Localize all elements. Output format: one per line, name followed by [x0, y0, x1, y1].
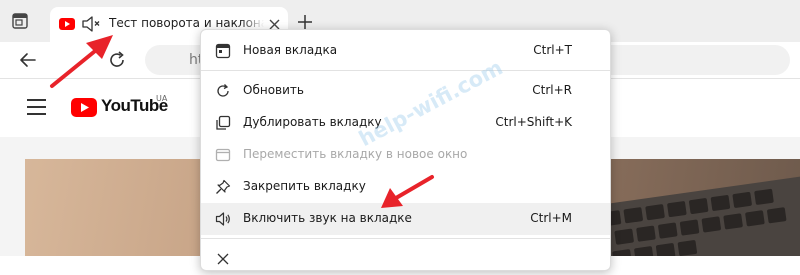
menu-shortcut: Ctrl+Shift+K [495, 115, 572, 129]
hamburger-menu-icon[interactable] [27, 99, 46, 115]
menu-label: Дублировать вкладку [243, 115, 382, 129]
close-icon [217, 253, 229, 265]
menu-item-refresh[interactable]: Обновить Ctrl+R [201, 75, 610, 107]
menu-item-close[interactable] [201, 243, 610, 275]
refresh-icon [217, 84, 229, 97]
speaker-icon [215, 212, 230, 226]
new-tab-icon [215, 43, 231, 59]
menu-shortcut: Ctrl+T [533, 43, 572, 57]
menu-item-move-to-new-window[interactable]: Переместить вкладку в новое окно [201, 139, 610, 171]
menu-shortcut: Ctrl+R [532, 83, 572, 97]
reload-icon[interactable] [107, 50, 127, 70]
youtube-icon [59, 18, 75, 30]
menu-item-unmute-tab[interactable]: Включить звук на вкладке Ctrl+M [201, 203, 610, 235]
menu-item-duplicate-tab[interactable]: Дублировать вкладку Ctrl+Shift+K [201, 107, 610, 139]
menu-divider [201, 70, 610, 71]
menu-label: Включить звук на вкладке [243, 211, 412, 225]
speaker-muted-icon[interactable] [81, 15, 101, 33]
pin-icon [216, 179, 231, 194]
back-arrow-icon[interactable] [18, 50, 38, 70]
keyboard-image [590, 172, 800, 256]
menu-label: Закрепить вкладку [243, 179, 366, 193]
menu-item-pin-tab[interactable]: Закрепить вкладку [201, 171, 610, 203]
country-code: UA [156, 94, 168, 103]
menu-label: Новая вкладка [243, 43, 338, 57]
tab-actions-icon[interactable] [11, 12, 29, 30]
menu-item-new-tab[interactable]: Новая вкладка Ctrl+T [201, 35, 610, 67]
window-icon [215, 148, 231, 162]
youtube-logo-icon[interactable] [71, 98, 97, 117]
menu-label: Переместить вкладку в новое окно [243, 147, 468, 161]
menu-shortcut: Ctrl+M [530, 211, 572, 225]
tab-title: Тест поворота и наклона V [109, 16, 264, 30]
duplicate-icon [216, 115, 231, 130]
menu-divider [201, 238, 610, 239]
tab-context-menu: Новая вкладка Ctrl+T Обновить Ctrl+R Дуб… [200, 29, 611, 271]
menu-label: Обновить [243, 83, 304, 97]
